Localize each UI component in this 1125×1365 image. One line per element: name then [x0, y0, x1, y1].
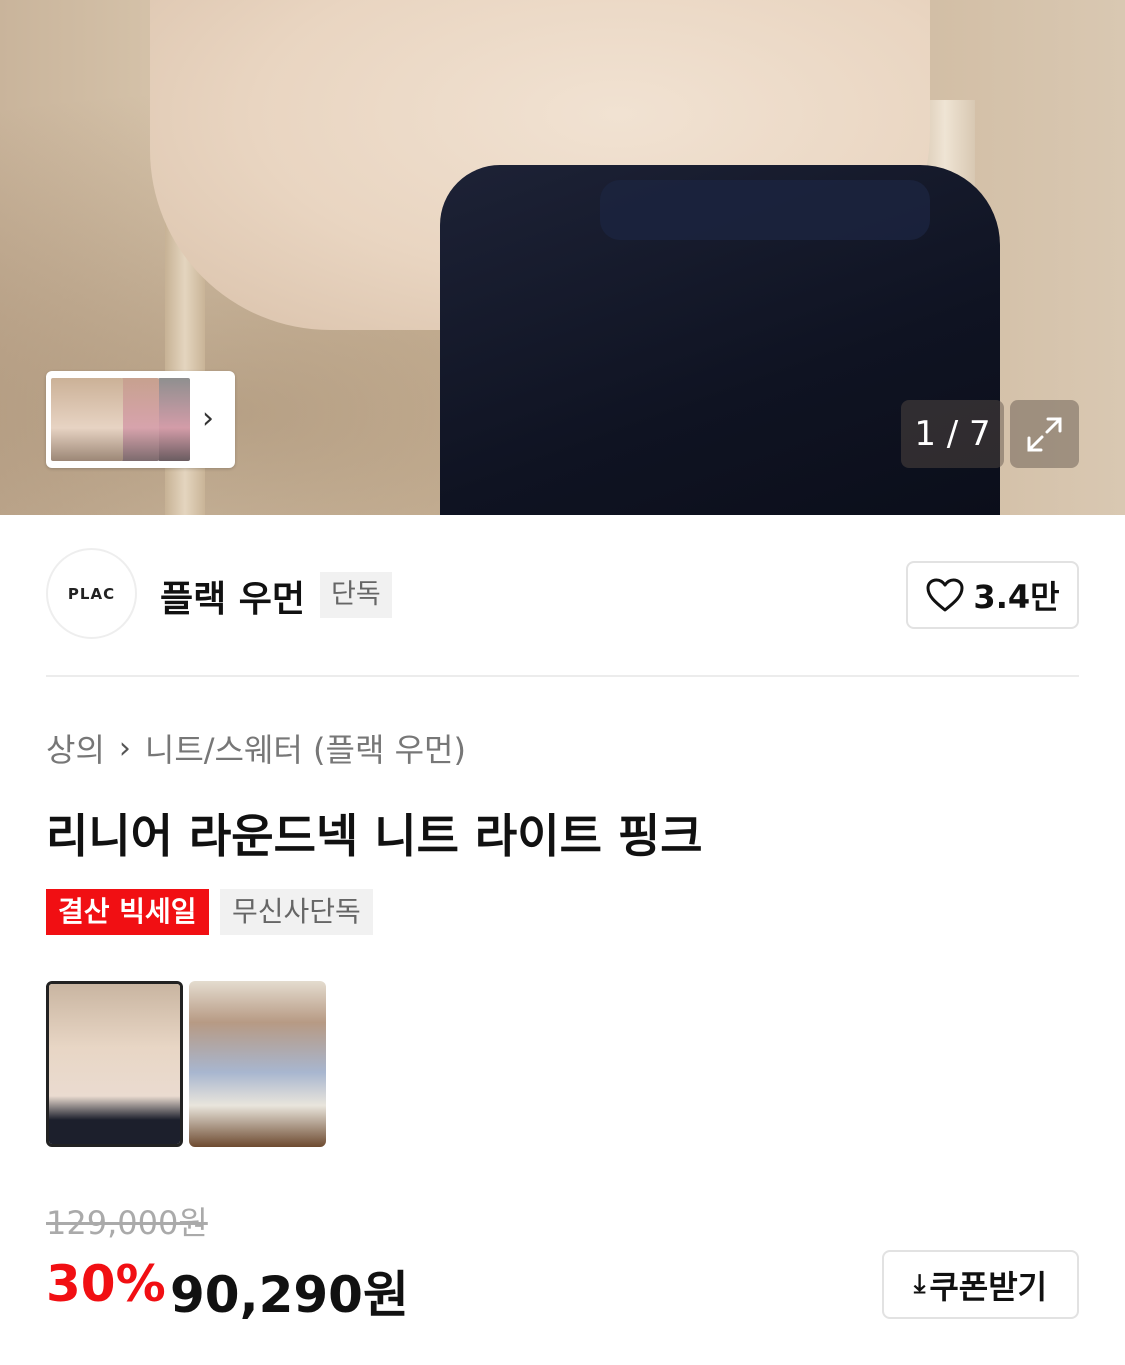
color-option-blue[interactable] [189, 981, 326, 1147]
heart-icon [926, 578, 964, 612]
gallery-thumbnail-strip[interactable]: › [46, 371, 235, 468]
like-button[interactable]: 3.4만 [906, 561, 1079, 629]
exclusive-tag: 무신사단독 [220, 889, 373, 935]
gallery-thumbnail[interactable] [121, 378, 159, 461]
chevron-right-icon: › [118, 730, 131, 766]
color-option-light-pink[interactable] [46, 981, 183, 1147]
brand-name[interactable]: 플랙 우먼 [160, 570, 305, 622]
gallery-counter: 1 / 7 [901, 400, 1004, 468]
brand-logo[interactable]: PLAC [46, 548, 137, 639]
gallery-thumbnail[interactable] [51, 378, 123, 461]
product-title: 리니어 라운드넥 니트 라이트 핑크 [46, 809, 703, 863]
sale-tag: 결산 빅세일 [46, 889, 209, 935]
breadcrumb: 상의 › 니트/스웨터 (플랙 우먼) [46, 725, 466, 771]
coupon-label: 쿠폰받기 [929, 1267, 1048, 1306]
like-count: 3.4만 [973, 578, 1060, 616]
coupon-button[interactable]: ⤓ 쿠폰받기 [882, 1250, 1079, 1319]
color-options [46, 981, 326, 1147]
brand-logo-text: PLAC [67, 584, 116, 603]
breadcrumb-subcategory[interactable]: 니트/스웨터 (플랙 우먼) [145, 725, 466, 771]
image-belt [600, 180, 930, 240]
discount-rate: 30% [46, 1255, 166, 1313]
breadcrumb-category[interactable]: 상의 [46, 725, 105, 771]
expand-icon [1027, 417, 1062, 452]
chevron-right-icon[interactable]: › [202, 401, 214, 436]
divider [46, 675, 1079, 677]
original-price: 129,000원 [46, 1204, 208, 1242]
product-main-image[interactable]: › 1 / 7 [0, 0, 1125, 515]
color-option-image [49, 984, 180, 1144]
color-option-image [189, 981, 326, 1147]
exclusive-badge: 단독 [320, 572, 392, 618]
gallery-thumbnail[interactable] [158, 378, 190, 461]
expand-button[interactable] [1010, 400, 1079, 468]
download-icon: ⤓ [913, 1269, 926, 1299]
sale-price: 90,290원 [170, 1266, 409, 1324]
